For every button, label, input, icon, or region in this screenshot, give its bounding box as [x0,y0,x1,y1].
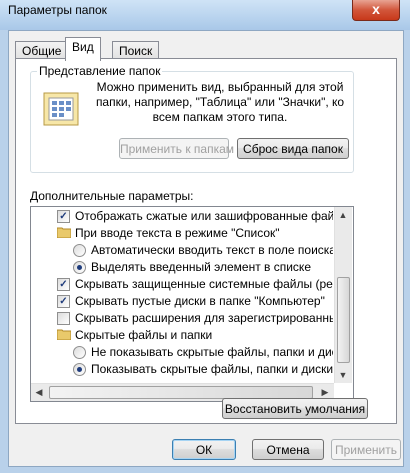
vertical-scroll-thumb[interactable] [337,277,350,363]
ok-button[interactable]: ОК [172,439,236,460]
advanced-settings-items: ✓ Отображать сжатые или зашифрованные фа… [31,207,333,383]
scroll-down-icon[interactable]: ▼ [335,367,351,383]
dialog-body: Общие Вид Поиск Представление папок Можн… [8,30,404,467]
radio-button[interactable] [73,363,86,376]
cancel-button[interactable]: Отмена [252,439,324,460]
advanced-settings-list[interactable]: ✓ Отображать сжатые или зашифрованные фа… [30,206,354,402]
advanced-settings-label: Дополнительные параметры: [30,189,194,203]
folder-view-icon [43,92,79,126]
close-icon: x [372,1,380,17]
restore-defaults-button[interactable]: Восстановить умолчания [222,398,368,419]
tab-view[interactable]: Вид [65,37,101,61]
folder-views-description: Можно применить вид, выбранный для этой … [95,80,345,124]
checkbox[interactable]: ✓ [57,295,70,308]
apply-button[interactable]: Применить [331,439,401,460]
scroll-left-icon[interactable]: ◀ [31,384,47,400]
apply-to-folders-button[interactable]: Применить к папкам [119,138,234,159]
folder-views-group: Представление папок Можно применить вид,… [30,64,354,173]
checkbox[interactable]: ✓ [57,210,70,223]
folder-icon [57,329,71,340]
radio-button[interactable] [73,244,86,257]
window-title: Параметры папок [8,3,107,17]
checkbox[interactable] [57,312,70,325]
checkbox[interactable]: ✓ [57,278,70,291]
radio-button[interactable] [73,346,86,359]
title-bar[interactable]: Параметры папок [0,0,410,30]
reset-folders-button[interactable]: Сброс вида папок [237,138,349,159]
folder-icon [57,227,71,238]
vertical-scrollbar[interactable]: ▲ ▼ [334,207,352,383]
close-button[interactable]: x [352,0,400,21]
folder-views-title: Представление папок [37,64,163,78]
radio-button[interactable] [73,261,86,274]
scroll-up-icon[interactable]: ▲ [335,207,351,223]
view-tab-panel: Представление папок Можно применить вид,… [15,58,397,424]
